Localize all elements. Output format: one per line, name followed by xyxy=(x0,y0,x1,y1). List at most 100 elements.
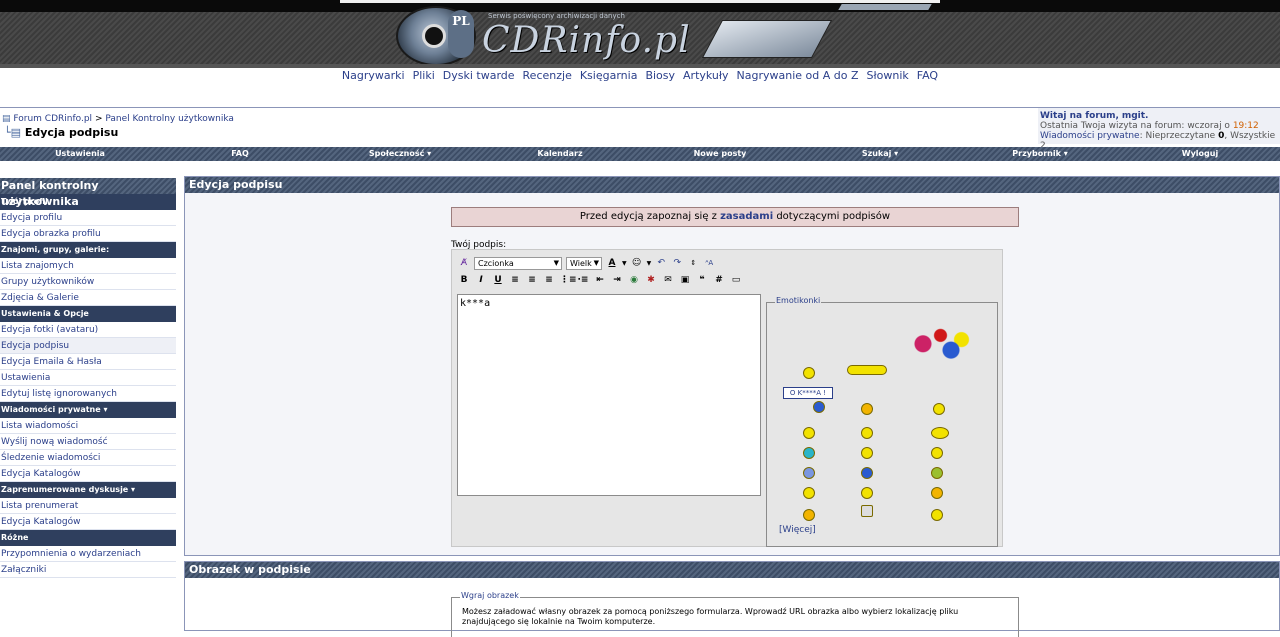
pm-link[interactable]: Wiadomości prywatne xyxy=(1040,131,1140,141)
sidebar-section-header[interactable]: Różne xyxy=(0,530,176,546)
sidebar-item[interactable]: Edycja fotki (avataru) xyxy=(0,322,176,338)
emoticon-sign-holder-icon[interactable] xyxy=(813,401,825,413)
emoticon-angry-icon[interactable] xyxy=(803,509,815,521)
align-center-icon[interactable]: ≡ xyxy=(526,274,538,286)
spell-icon[interactable]: ᴬA xyxy=(703,257,715,269)
topnav-link[interactable]: Biosy xyxy=(645,69,675,82)
ordered-list-icon[interactable]: ⋮≡ xyxy=(560,274,577,286)
link-icon[interactable]: ◉ xyxy=(628,274,640,286)
remove-format-icon[interactable]: A̸ xyxy=(458,257,470,269)
topnav-link[interactable]: Dyski twarde xyxy=(443,69,515,82)
navbar-item[interactable]: Ustawienia xyxy=(0,147,160,161)
bold-button[interactable]: B xyxy=(458,274,470,286)
unordered-list-icon[interactable]: ∙≡ xyxy=(577,274,589,286)
main-navbar: Ustawienia FAQ Społeczność ▾ Kalendarz Nowe … xyxy=(0,147,1280,161)
sidebar-item[interactable]: Przypomnienia o wydarzeniach xyxy=(0,546,176,562)
emoticon-party-icon[interactable] xyxy=(902,327,972,369)
emoticon-blue-icon[interactable] xyxy=(861,467,873,479)
emoticon-wink-icon[interactable] xyxy=(931,487,943,499)
align-left-icon[interactable]: ≡ xyxy=(509,274,521,286)
sidebar-section-header[interactable]: Twój profil xyxy=(0,194,176,210)
topnav-link[interactable]: Nagrywarki xyxy=(342,69,405,82)
sidebar-item[interactable]: Lista wiadomości xyxy=(0,418,176,434)
email-icon[interactable]: ✉ xyxy=(662,274,674,286)
sidebar-item[interactable]: Lista prenumerat xyxy=(0,498,176,514)
emoticon-worm-icon[interactable] xyxy=(847,365,887,375)
sidebar-item[interactable]: Zdjęcia & Galerie xyxy=(0,290,176,306)
emoticon-smile-icon[interactable] xyxy=(803,367,815,379)
navbar-item[interactable]: Społeczność ▾ xyxy=(320,147,480,161)
image-icon[interactable]: ▣ xyxy=(679,274,691,286)
sidebar-item[interactable]: Wyślij nową wiadomość xyxy=(0,434,176,450)
sidebar-item[interactable]: Edycja Katalogów xyxy=(0,466,176,482)
sidebar-item[interactable]: Śledzenie wiadomości xyxy=(0,450,176,466)
sidebar-item[interactable]: Edycja obrazka profilu xyxy=(0,226,176,242)
site-logo[interactable]: CDRinfo.pl xyxy=(482,20,691,61)
sidebar-item[interactable]: Edycja Emaila & Hasła xyxy=(0,354,176,370)
navbar-item[interactable]: Przybornik ▾ xyxy=(960,147,1120,161)
breadcrumb-panel-link[interactable]: Panel Kontrolny użytkownika xyxy=(105,114,234,124)
emoticon-wave-icon[interactable] xyxy=(803,487,815,499)
emoticon-confused-icon[interactable] xyxy=(861,427,873,439)
sidebar-item[interactable]: Edytuj listę ignorowanych xyxy=(0,386,176,402)
topnav-link[interactable]: Pliki xyxy=(413,69,435,82)
topnav-link[interactable]: FAQ xyxy=(917,69,938,82)
unlink-icon[interactable]: ✱ xyxy=(645,274,657,286)
undo-icon[interactable]: ↶ xyxy=(655,257,667,269)
hash-tag-icon[interactable]: # xyxy=(713,274,725,286)
sidebar-item[interactable]: Ustawienia xyxy=(0,370,176,386)
emoticon-happy-icon[interactable] xyxy=(861,403,873,415)
topnav-link[interactable]: Nagrywanie od A do Z xyxy=(737,69,859,82)
emoticon-cool-icon[interactable] xyxy=(931,427,949,439)
emoticon-tongue-icon[interactable] xyxy=(931,447,943,459)
topnav-link[interactable]: Słownik xyxy=(867,69,909,82)
navbar-item[interactable]: Kalendarz xyxy=(480,147,640,161)
underline-button[interactable]: U xyxy=(492,274,504,286)
username-link[interactable]: mgit. xyxy=(1122,111,1149,121)
emoticon-sad-icon[interactable] xyxy=(803,467,815,479)
sidebar-item[interactable]: Lista znajomych xyxy=(0,258,176,274)
text-color-icon[interactable]: A xyxy=(606,257,618,269)
navbar-item[interactable]: Nowe posty xyxy=(640,147,800,161)
emoticon-sign-icon[interactable]: O K****A ! xyxy=(783,387,833,399)
emoticon-teal-icon[interactable] xyxy=(803,447,815,459)
sidebar-section-header[interactable]: Ustawienia & Opcje xyxy=(0,306,176,322)
toggle-mode-icon[interactable]: ⇕ xyxy=(687,257,699,269)
topnav-link[interactable]: Recenzje xyxy=(523,69,572,82)
sidebar-item[interactable]: Edycja Katalogów xyxy=(0,514,176,530)
font-select[interactable]: Czcionka ▼ xyxy=(474,256,562,270)
outdent-icon[interactable]: ⇤ xyxy=(594,274,606,286)
sidebar-item[interactable]: Grupy użytkowników xyxy=(0,274,176,290)
emoticon-sleep-icon[interactable] xyxy=(803,427,815,439)
size-select[interactable]: Wielk ▼ xyxy=(566,256,602,270)
emoticon-lol-icon[interactable] xyxy=(861,487,873,499)
navbar-item[interactable]: Szukaj ▾ xyxy=(800,147,960,161)
emoticon-dizzy-icon[interactable] xyxy=(861,447,873,459)
emoticon-pacman-icon[interactable] xyxy=(931,509,943,521)
sidebar-section-header[interactable]: Zaprenumerowane dyskusje ▾ xyxy=(0,482,176,498)
align-right-icon[interactable]: ≡ xyxy=(543,274,555,286)
sidebar-section-header[interactable]: Znajomi, grupy, galerie: xyxy=(0,242,176,258)
more-emoticons-link[interactable]: [Więcej] xyxy=(779,525,816,535)
breadcrumb-forum-link[interactable]: Forum CDRinfo.pl xyxy=(13,114,92,124)
sidebar-section-header[interactable]: Wiadomości prywatne ▾ xyxy=(0,402,176,418)
navbar-item[interactable]: Wyloguj xyxy=(1120,147,1280,161)
redo-icon[interactable]: ↷ xyxy=(671,257,683,269)
emoticon-reading-icon[interactable] xyxy=(861,505,873,517)
emoticon-sick-icon[interactable] xyxy=(931,467,943,479)
drive-icon xyxy=(701,20,833,58)
sidebar-item[interactable]: Załączniki xyxy=(0,562,176,578)
sidebar-item[interactable]: Edycja profilu xyxy=(0,210,176,226)
topnav-link[interactable]: Artykuły xyxy=(683,69,729,82)
emoticon-grin-icon[interactable] xyxy=(933,403,945,415)
rules-link[interactable]: zasadami xyxy=(720,211,773,222)
code-icon[interactable]: ▭ xyxy=(730,274,742,286)
navbar-item[interactable]: FAQ xyxy=(160,147,320,161)
smiley-menu-icon[interactable]: ☺ xyxy=(631,257,643,269)
indent-icon[interactable]: ⇥ xyxy=(611,274,623,286)
topnav-link[interactable]: Księgarnia xyxy=(580,69,638,82)
signature-textarea[interactable]: k***a xyxy=(457,294,761,496)
quote-icon[interactable]: ❝ xyxy=(696,274,708,286)
italic-button[interactable]: I xyxy=(475,274,487,286)
sidebar-item[interactable]: Edycja podpisu xyxy=(0,338,176,354)
